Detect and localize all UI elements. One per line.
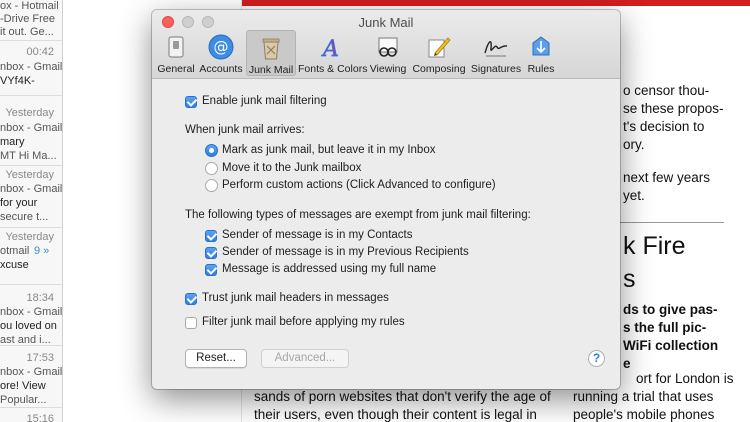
radio-move-to-junk-mailbox[interactable] xyxy=(205,162,218,175)
exempt-previous-recipients-checkbox[interactable] xyxy=(205,247,217,259)
svg-text:@: @ xyxy=(214,38,229,56)
filter-before-rules-checkbox[interactable] xyxy=(185,317,197,329)
window-toolbar: Junk Mail General @ Accounts Junk Mail A… xyxy=(152,10,620,79)
radio-mark-as-junk[interactable] xyxy=(205,144,218,157)
article-divider xyxy=(614,222,724,223)
list-item[interactable]: 00:42 nbox - Gmail VYf4K- xyxy=(0,41,62,96)
when-arrives-heading: When junk mail arrives: xyxy=(185,124,305,136)
signature-icon xyxy=(484,41,508,57)
article-headline: k Fire xyxy=(623,232,686,260)
enable-junk-filter-checkbox[interactable] xyxy=(185,96,197,108)
svg-text:A: A xyxy=(321,37,339,61)
list-item[interactable]: 18:34 nbox - Gmail ou loved on ast and i… xyxy=(0,289,62,346)
list-item[interactable]: Yesterday nbox - Gmail for your secure t… xyxy=(0,166,62,228)
pane-divider[interactable] xyxy=(62,0,63,422)
tab-viewing[interactable]: Viewing xyxy=(366,30,410,76)
trash-bin-icon xyxy=(262,38,280,60)
list-item[interactable]: 17:53 nbox - Gmail ore! View Popular... xyxy=(0,347,62,408)
help-icon[interactable]: ? xyxy=(588,350,605,367)
trust-junk-headers-checkbox[interactable] xyxy=(185,293,197,305)
tab-signatures[interactable]: Signatures xyxy=(468,30,524,76)
enable-junk-filter-label: Enable junk mail filtering xyxy=(202,95,327,107)
tab-junk-mail[interactable]: Junk Mail xyxy=(246,30,296,76)
window-title: Junk Mail xyxy=(358,15,414,30)
tab-general[interactable]: General xyxy=(156,30,196,76)
junk-mail-preferences-window: Junk Mail General @ Accounts Junk Mail A… xyxy=(152,10,620,389)
tab-fonts-colors[interactable]: A Fonts & Colors xyxy=(298,30,367,76)
rules-icon xyxy=(532,36,550,56)
exempt-contacts-checkbox[interactable] xyxy=(205,230,217,242)
switch-icon xyxy=(168,36,184,58)
list-item[interactable]: Yesterday otmail 9 » xcuse xyxy=(0,228,62,285)
at-sign-icon: @ xyxy=(208,34,234,60)
tab-composing[interactable]: Composing xyxy=(412,30,466,76)
exempt-heading: The following types of messages are exem… xyxy=(185,209,531,221)
tab-rules[interactable]: Rules xyxy=(526,30,556,76)
tab-accounts[interactable]: @ Accounts xyxy=(198,30,244,76)
article-header-bar xyxy=(242,0,750,6)
mail-message-list: ox - Hotmail -Drive Free it out. Ge... 0… xyxy=(0,0,63,422)
exempt-full-name-checkbox[interactable] xyxy=(205,264,217,276)
advanced-button[interactable]: Advanced... xyxy=(261,349,349,368)
radio-perform-custom-actions[interactable] xyxy=(205,179,218,192)
list-item[interactable]: 15:16 xyxy=(0,409,62,422)
pencil-icon xyxy=(428,37,451,58)
font-letter-icon: A xyxy=(321,37,340,61)
list-item[interactable]: ox - Hotmail -Drive Free it out. Ge... xyxy=(0,0,62,41)
reset-button[interactable]: Reset... xyxy=(185,349,247,368)
list-item[interactable]: Yesterday nbox - Gmail mary MT Hi Ma... xyxy=(0,104,62,166)
glasses-icon xyxy=(378,37,398,57)
unread-count-badge: 9 » xyxy=(34,245,50,257)
